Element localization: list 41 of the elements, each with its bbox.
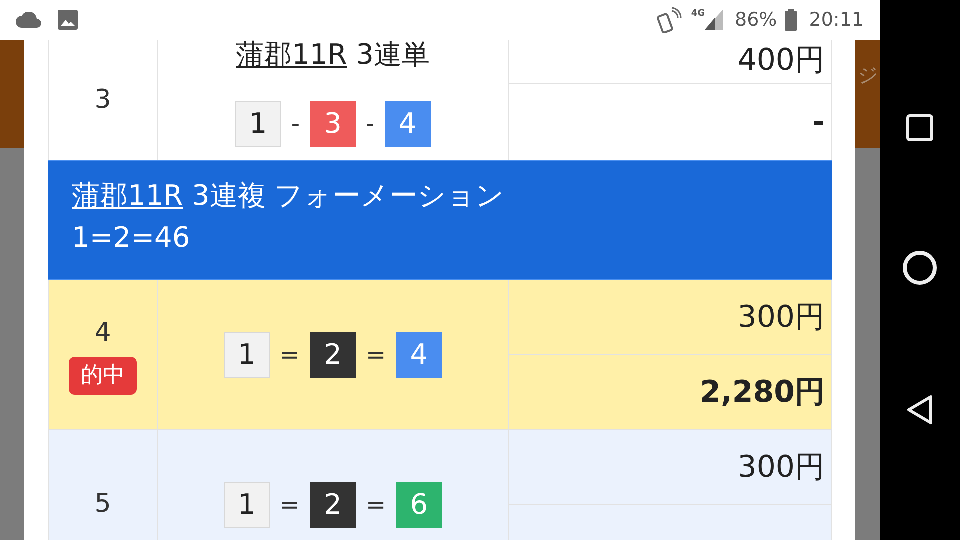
hit-badge: 的中 (69, 357, 137, 395)
lane-number: 6 (396, 482, 442, 528)
separator-text: = (366, 490, 386, 520)
row-number: 5 (94, 488, 112, 521)
separator-text: = (280, 490, 300, 520)
payout-amount: 2,280円 (700, 374, 825, 412)
payout-amount: - (812, 104, 825, 142)
separator-text: = (366, 340, 386, 370)
lane-number: 1 (224, 332, 270, 378)
race-link[interactable]: 蒲郡11R (236, 41, 348, 69)
bet-amount: 400円 (738, 42, 825, 80)
signal-icon (705, 10, 723, 30)
separator-text: - (366, 109, 375, 140)
lane-number: 2 (310, 482, 356, 528)
bet-amount: 300円 (738, 448, 825, 486)
separator-text: - (291, 109, 300, 140)
back-button[interactable] (906, 394, 934, 426)
battery-level: 86% (735, 8, 778, 33)
lane-number: 4 (384, 101, 431, 147)
cloud-icon (16, 12, 42, 28)
page-text: ジ (857, 63, 878, 87)
row-number: 3 (94, 84, 112, 116)
row-number: 4 (94, 317, 112, 350)
race-link[interactable]: 蒲郡11R (72, 175, 184, 217)
recents-button[interactable] (906, 114, 934, 142)
lane-number: 1 (224, 482, 270, 528)
lane-number: 2 (310, 332, 356, 378)
lane-number: 1 (235, 101, 282, 147)
bet-amount: 300円 (738, 298, 825, 336)
separator-text: = (280, 340, 300, 370)
bet-title: 3連複 フォーメーション (190, 178, 505, 214)
image-icon (58, 10, 78, 30)
battery-icon (785, 9, 798, 31)
home-button[interactable] (902, 250, 938, 286)
lane-number: 4 (396, 332, 442, 378)
bet-type: 3連単 (355, 41, 430, 69)
clock: 20:11 (809, 8, 864, 33)
phone-signal-icon (657, 7, 684, 33)
network-type: 4G (691, 8, 705, 21)
lane-number: 3 (310, 101, 356, 147)
combination-text: 1=2=46 (72, 220, 192, 256)
